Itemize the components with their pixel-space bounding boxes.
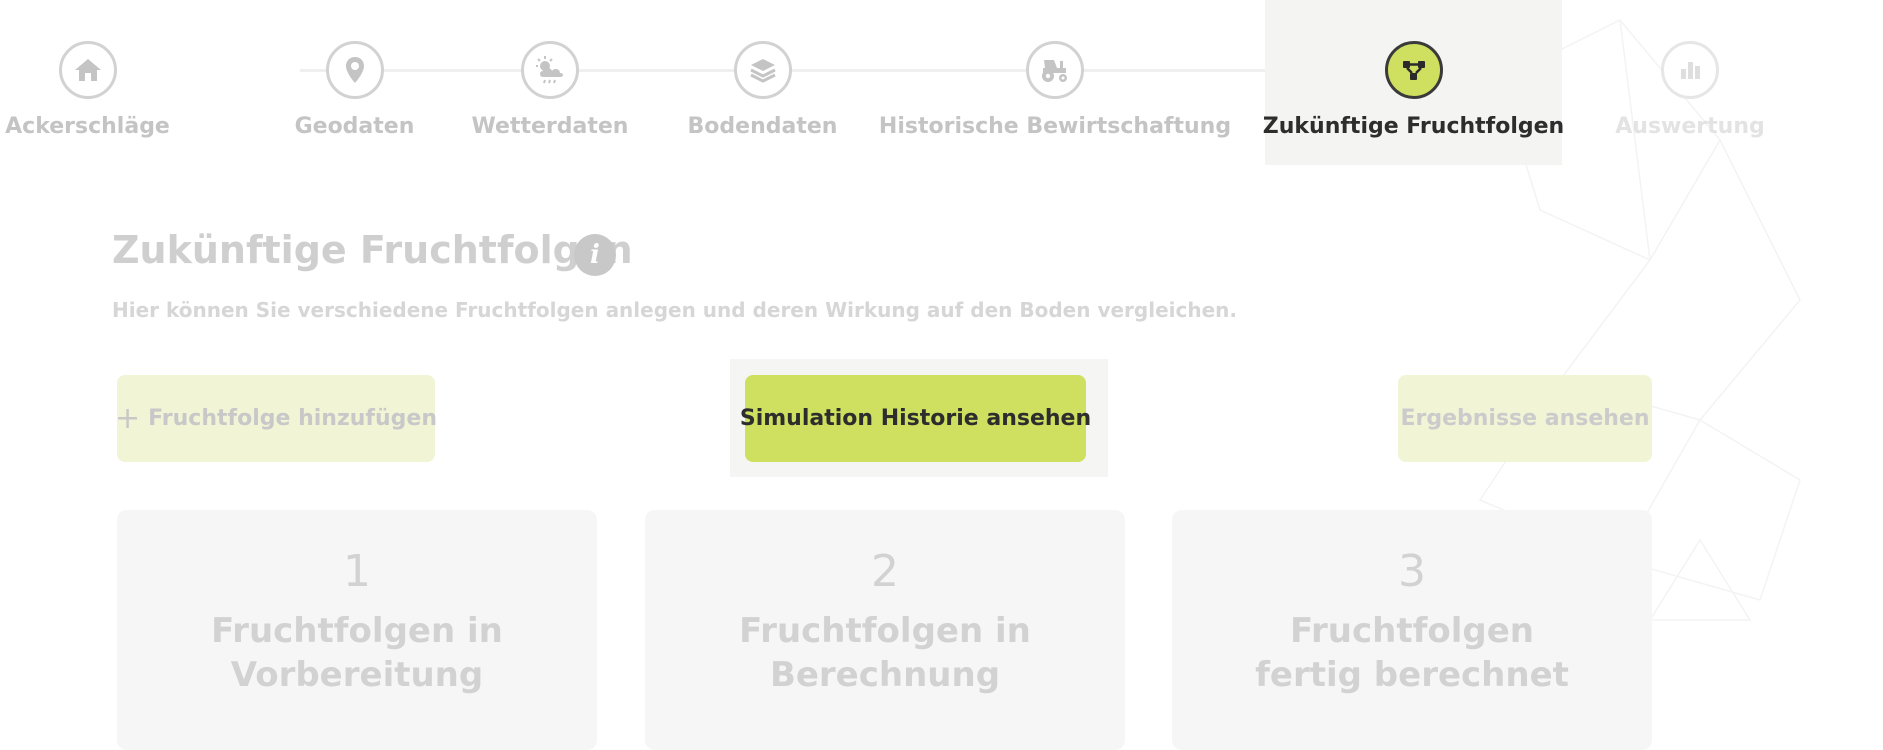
step-label: Auswertung <box>1615 114 1765 139</box>
plus-icon: + <box>115 401 141 436</box>
step-bodendaten[interactable]: Bodendaten <box>685 0 840 165</box>
tractor-icon <box>1026 41 1084 99</box>
info-icon[interactable]: i <box>574 234 616 276</box>
step-label: Ackerschläge <box>5 114 170 139</box>
add-fruchtfolge-label: Fruchtfolge hinzufügen <box>148 406 437 431</box>
step-historische-bewirtschaftung[interactable]: Historische Bewirtschaftung <box>879 0 1231 165</box>
home-icon <box>58 41 117 99</box>
step-wetterdaten[interactable]: Wetterdaten <box>470 0 630 165</box>
step-label: Bodendaten <box>687 114 838 139</box>
step-label: Historische Bewirtschaftung <box>878 114 1232 139</box>
step-label: Geodaten <box>294 114 415 139</box>
step-ackerschlaege[interactable]: Ackerschläge <box>0 0 175 165</box>
step-zukuenftige-fruchtfolgen[interactable]: Zukünftige Fruchtfolgen <box>1262 0 1565 165</box>
page-subtitle: Hier können Sie verschiedene Fruchtfolge… <box>112 298 1237 322</box>
bar-chart-icon <box>1661 41 1719 99</box>
card-number: 2 <box>871 546 899 597</box>
step-auswertung: Auswertung <box>1610 0 1770 165</box>
step-label: Zukünftige Fruchtfolgen <box>1262 114 1565 139</box>
progress-stepper: Ackerschläge Geodaten Wetterdaten Bodend… <box>0 0 1883 175</box>
step-label: Wetterdaten <box>471 114 629 139</box>
status-card-finished: 3 Fruchtfolgen fertig berechnet <box>1172 510 1652 750</box>
page-title: Zukünftige Fruchtfolgen <box>112 228 633 272</box>
card-label: Fruchtfolgen in Berechnung <box>739 611 1031 695</box>
add-fruchtfolge-button[interactable]: + Fruchtfolge hinzufügen <box>115 375 437 462</box>
card-number: 3 <box>1398 546 1426 597</box>
step-geodaten[interactable]: Geodaten <box>282 0 427 165</box>
simulation-history-button[interactable]: Simulation Historie ansehen <box>740 375 1091 462</box>
flow-nodes-icon <box>1384 41 1443 99</box>
status-card-calculation: 2 Fruchtfolgen in Berechnung <box>645 510 1125 750</box>
view-results-button[interactable]: Ergebnisse ansehen <box>1398 375 1652 462</box>
card-number: 1 <box>343 546 371 597</box>
weather-icon <box>521 41 579 99</box>
map-pin-icon <box>325 41 384 99</box>
card-label: Fruchtfolgen fertig berechnet <box>1255 611 1569 695</box>
layers-icon <box>733 41 792 99</box>
status-card-preparation: 1 Fruchtfolgen in Vorbereitung <box>117 510 597 750</box>
card-label: Fruchtfolgen in Vorbereitung <box>211 611 503 695</box>
